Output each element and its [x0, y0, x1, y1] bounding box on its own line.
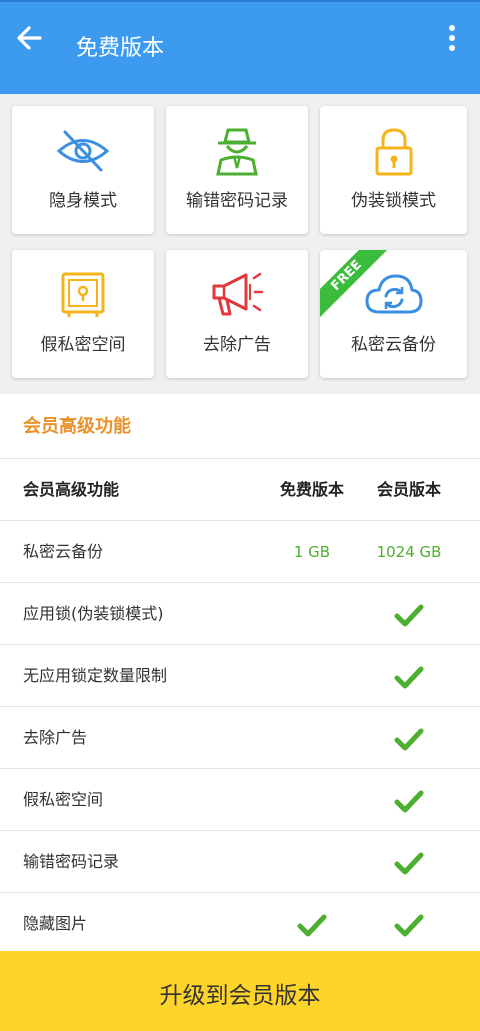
row-feature-name: 隐藏图片: [23, 914, 88, 933]
back-button[interactable]: [12, 20, 48, 56]
column-header-free: 免费版本: [279, 480, 344, 499]
check-icon: [394, 790, 424, 812]
table-header-row: 会员高级功能 免费版本 会员版本: [0, 459, 480, 521]
feature-label: 去除广告: [203, 335, 271, 355]
feature-label: 隐身模式: [49, 191, 117, 211]
safe-icon: [61, 272, 105, 317]
table-row: 无应用锁定数量限制: [0, 645, 480, 707]
feature-card-stealth-mode[interactable]: 隐身模式: [12, 106, 154, 234]
feature-card-private-cloud-backup[interactable]: FREE 私密云备份: [320, 250, 467, 378]
feature-card-wrong-password-log[interactable]: 输错密码记录: [166, 106, 308, 234]
spy-icon: [216, 128, 258, 176]
feature-card-disguise-lock[interactable]: 伪装锁模式: [320, 106, 467, 234]
check-icon: [394, 604, 424, 626]
feature-label: 假私密空间: [40, 335, 126, 355]
check-icon: [394, 728, 424, 750]
column-header-vip: 会员版本: [376, 480, 441, 499]
upgrade-to-vip-button[interactable]: 升级到会员版本: [0, 951, 480, 1031]
row-free-value: 1 GB: [293, 543, 331, 561]
app-bar: 免费版本: [0, 0, 480, 94]
table-row: 私密云备份 1 GB 1024 GB: [0, 521, 480, 583]
row-feature-name: 去除广告: [23, 728, 88, 747]
check-icon: [394, 852, 424, 874]
feature-card-remove-ads[interactable]: 去除广告: [166, 250, 308, 378]
row-vip-value: 1024 GB: [376, 543, 442, 561]
table-row: 应用锁(伪装锁模式): [0, 583, 480, 645]
feature-label: 输错密码记录: [186, 191, 288, 211]
check-icon: [394, 914, 424, 936]
padlock-icon: [375, 128, 412, 176]
feature-label: 伪装锁模式: [351, 191, 436, 211]
table-row: 隐藏图片: [0, 893, 480, 955]
page-title: 免费版本: [76, 36, 165, 61]
cloud-sync-icon: [365, 274, 422, 314]
row-feature-name: 私密云备份: [23, 542, 104, 561]
check-icon: [394, 666, 424, 688]
feature-label: 私密云备份: [351, 335, 436, 355]
more-vert-icon: [449, 25, 455, 51]
column-header-feature: 会员高级功能: [23, 480, 120, 499]
upgrade-button-label: 升级到会员版本: [159, 982, 321, 1008]
check-icon: [297, 914, 327, 936]
table-row: 假私密空间: [0, 769, 480, 831]
eye-off-icon: [56, 130, 110, 172]
row-feature-name: 无应用锁定数量限制: [23, 666, 168, 685]
table-row: 输错密码记录: [0, 831, 480, 893]
row-feature-name: 假私密空间: [23, 790, 104, 809]
megaphone-icon: [212, 272, 264, 316]
more-options-button[interactable]: [440, 20, 464, 56]
feature-grid: 隐身模式 输错密码记录 伪装锁模式 假私密空间 去除广告 FREE 私密云备份: [0, 94, 480, 394]
row-feature-name: 输错密码记录: [23, 852, 120, 871]
arrow-left-icon: [17, 26, 42, 50]
status-strip: [0, 0, 480, 2]
table-row: 去除广告: [0, 707, 480, 769]
section-title: 会员高级功能: [23, 416, 131, 437]
row-feature-name: 应用锁(伪装锁模式): [23, 604, 164, 623]
feature-card-fake-private-space[interactable]: 假私密空间: [12, 250, 154, 378]
